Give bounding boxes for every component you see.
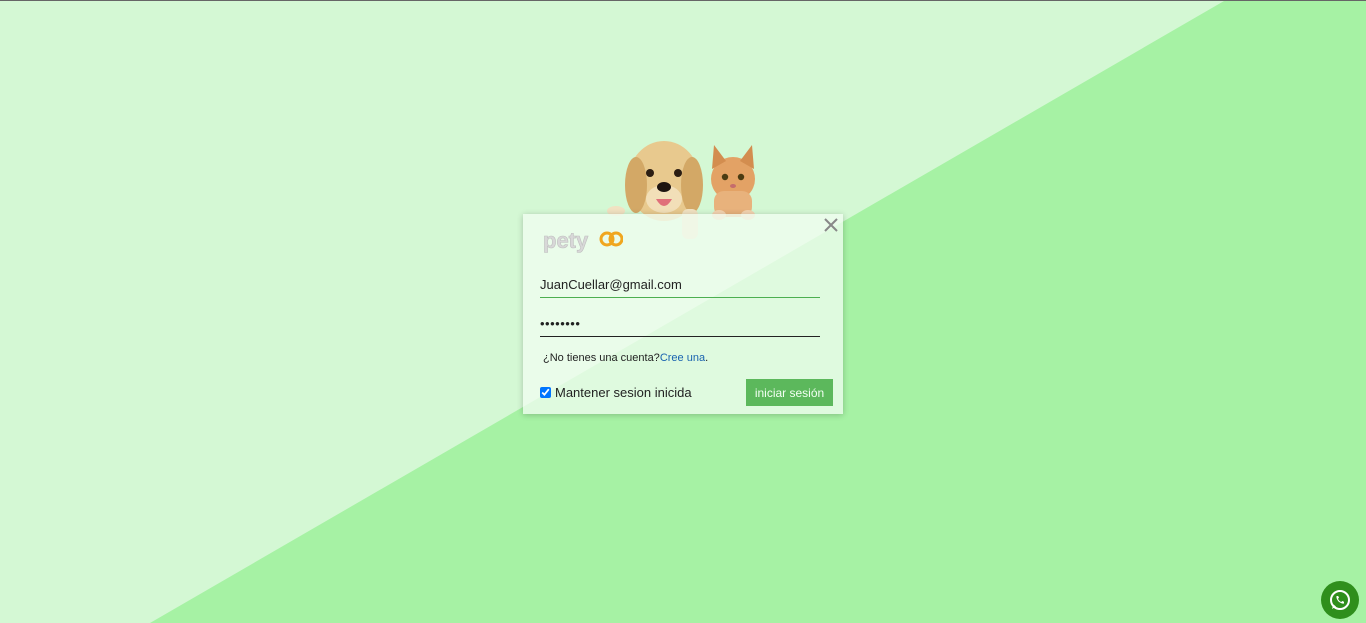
close-icon[interactable] xyxy=(822,216,840,234)
login-card: pety ¿No tienes una cuenta?Cree una. Man… xyxy=(523,214,843,414)
signup-suffix: . xyxy=(705,352,709,364)
email-field[interactable] xyxy=(540,273,820,298)
remember-label: Mantener sesion inicida xyxy=(555,385,692,400)
logo-text: pety xyxy=(543,228,589,253)
login-button[interactable]: iniciar sesión xyxy=(746,379,833,406)
password-field[interactable] xyxy=(540,312,820,337)
whatsapp-icon xyxy=(1330,590,1350,610)
signup-prompt-text: ¿No tienes una cuenta? xyxy=(543,352,660,364)
remember-checkbox[interactable] xyxy=(540,387,551,398)
signup-link[interactable]: Cree una xyxy=(660,352,705,364)
pety-logo: pety xyxy=(543,228,623,253)
whatsapp-button[interactable] xyxy=(1321,581,1359,619)
remember-session[interactable]: Mantener sesion inicida xyxy=(540,385,692,400)
signup-prompt: ¿No tienes una cuenta?Cree una. xyxy=(543,352,708,364)
